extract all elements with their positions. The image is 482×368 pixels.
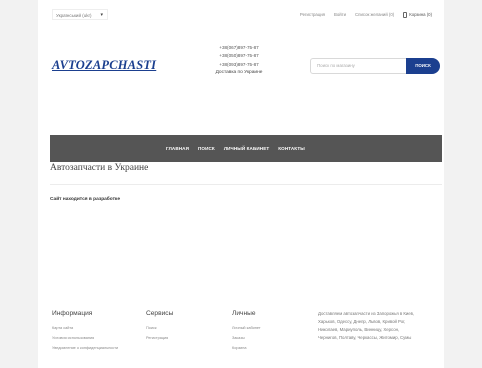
- footer-link-cart[interactable]: Корзина: [232, 343, 261, 353]
- footer-info-column: Информация Карта сайта Условия использов…: [52, 310, 118, 353]
- search-form: Поиск по магазину ПОИСК: [310, 58, 440, 74]
- phone-3: +38(093)897-75-87: [219, 61, 259, 67]
- footer-delivery-text: Доставляем автозапчасти из Запорожья в К…: [318, 311, 415, 340]
- nav-item-account[interactable]: ЛИЧНЫЙ КАБИНЕТ: [224, 146, 269, 151]
- development-notice: Сайт находится в разработке: [50, 197, 120, 202]
- footer-link-terms[interactable]: Условия использования: [52, 333, 118, 343]
- footer-personal-column: Личные Личный кабинет Заказы Корзина: [232, 310, 261, 353]
- login-link[interactable]: Войти: [334, 10, 346, 20]
- title-divider: [50, 184, 442, 185]
- footer-link-orders[interactable]: Заказы: [232, 333, 261, 343]
- footer-link-account[interactable]: Личный кабинет: [232, 323, 261, 333]
- top-bar: Український (ukr) ▾ Регистрация Войти Сп…: [38, 8, 444, 22]
- account-links: Регистрация Войти Список желаний (0) Кор…: [300, 10, 432, 20]
- page-title: Автозапчасти в Украине: [50, 163, 149, 173]
- cart-label: Корзина (0): [409, 12, 432, 17]
- search-button[interactable]: ПОИСК: [406, 58, 440, 74]
- site-logo[interactable]: AVTOZAPCHASTI: [52, 58, 156, 73]
- footer-info-title: Информация: [52, 310, 93, 317]
- footer-link-sitemap[interactable]: Карта сайта: [52, 323, 118, 333]
- delivery-note: Доставка по Украине: [215, 70, 263, 76]
- nav-item-search[interactable]: ПОИСК: [198, 146, 215, 151]
- nav-item-contacts[interactable]: КОНТАКТЫ: [278, 146, 305, 151]
- cart-link[interactable]: Корзина (0): [403, 10, 432, 20]
- main-nav: ГЛАВНАЯ ПОИСК ЛИЧНЫЙ КАБИНЕТ КОНТАКТЫ: [50, 135, 442, 162]
- page: Український (ukr) ▾ Регистрация Войти Сп…: [38, 0, 444, 368]
- register-link[interactable]: Регистрация: [300, 10, 325, 20]
- wishlist-link[interactable]: Список желаний (0): [355, 10, 394, 20]
- footer-link-register[interactable]: Регистрация: [146, 333, 173, 343]
- footer-services-column: Сервисы Поиск Регистрация: [146, 310, 173, 343]
- footer: Информация Карта сайта Условия использов…: [38, 300, 444, 368]
- footer-link-privacy[interactable]: Уведомление о конфиденциальности: [52, 343, 118, 353]
- footer-link-search[interactable]: Поиск: [146, 323, 173, 333]
- phone-1: +38(067)897-75-87: [219, 45, 259, 50]
- language-label: Український (ukr): [56, 13, 92, 18]
- chevron-down-icon: ▾: [100, 12, 103, 18]
- nav-item-home[interactable]: ГЛАВНАЯ: [166, 146, 189, 151]
- phone-2: +38(050)897-75-87: [219, 53, 259, 59]
- footer-services-title: Сервисы: [146, 310, 174, 317]
- cart-icon: [403, 12, 408, 18]
- language-selector[interactable]: Український (ukr) ▾: [52, 9, 108, 20]
- search-input[interactable]: Поиск по магазину: [310, 58, 408, 74]
- contact-phones: +38(067)897-75-87 +38(050)897-75-87 +38(…: [204, 44, 274, 78]
- footer-personal-title: Личные: [232, 310, 256, 317]
